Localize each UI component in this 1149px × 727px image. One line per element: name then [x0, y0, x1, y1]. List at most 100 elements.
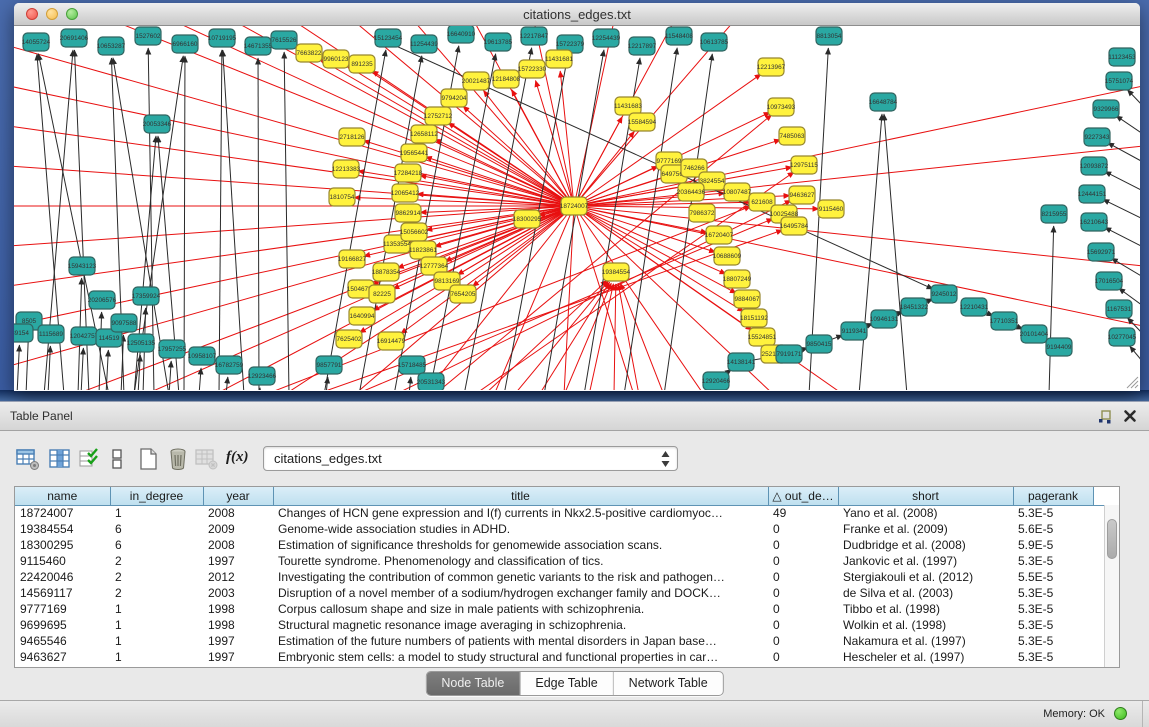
graph-node[interactable]: 2718126 — [339, 128, 365, 146]
graph-node[interactable]: 10688609 — [713, 247, 742, 265]
graph-node[interactable]: 18300295 — [513, 210, 542, 228]
table-row[interactable]: 1830029562008Estimation of significance … — [15, 537, 1119, 553]
graph-node[interactable]: 10653287 — [97, 37, 126, 55]
table-row[interactable]: 1872400712008Changes of HCN gene express… — [15, 505, 1119, 521]
graph-node[interactable]: 18151192 — [740, 309, 768, 327]
graph-node[interactable]: 20531343 — [417, 373, 446, 390]
column-header-pagerank[interactable]: pagerank — [1013, 487, 1093, 505]
table-settings-icon[interactable] — [16, 447, 40, 471]
graph-node[interactable]: 7615526 — [271, 31, 297, 49]
graph-node[interactable]: 82225 — [369, 285, 395, 303]
graph-node[interactable]: 16914479 — [377, 332, 406, 350]
graph-node[interactable]: 12213967 — [757, 58, 786, 76]
graph-node[interactable]: 12923466 — [248, 367, 277, 385]
graph-node[interactable]: 16782759 — [215, 356, 244, 374]
window-titlebar[interactable]: citations_edges.txt — [14, 3, 1140, 26]
graph-node[interactable]: 16640910 — [447, 26, 476, 43]
graph-node[interactable]: 15718485 — [398, 356, 427, 374]
graph-node[interactable]: 20206576 — [88, 291, 117, 309]
graph-node[interactable]: 12093872 — [1080, 157, 1109, 175]
graph-node[interactable]: 9463627 — [789, 186, 815, 204]
graph-node[interactable]: 14055724 — [22, 33, 51, 51]
graph-node[interactable]: 9115460 — [818, 200, 844, 218]
graph-node[interactable]: 11548408 — [665, 27, 693, 45]
column-header-year[interactable]: year — [203, 487, 273, 505]
graph-node[interactable]: 10807487 — [723, 183, 752, 201]
table-row[interactable]: 1938455462009Genome-wide association stu… — [15, 521, 1119, 537]
graph-node[interactable]: 15123454 — [374, 29, 403, 47]
tab-node-table[interactable]: Node Table — [426, 672, 519, 695]
graph-node[interactable]: 20021487 — [462, 72, 491, 90]
graph-node[interactable]: 16720407 — [705, 226, 734, 244]
graph-node[interactable]: 15524851 — [748, 328, 777, 346]
scrollbar-thumb[interactable] — [1107, 519, 1117, 559]
table-selector-dropdown[interactable]: citations_edges.txt — [263, 446, 678, 471]
graph-node[interactable]: 18807249 — [723, 270, 752, 288]
graph-node[interactable]: 9850415 — [806, 335, 832, 353]
graph-node[interactable]: 1640994 — [349, 307, 375, 325]
graph-node[interactable]: 17359924 — [132, 287, 161, 305]
table-row[interactable]: 2242004622012Investigating the contribut… — [15, 569, 1119, 585]
graph-node[interactable]: 12920466 — [702, 372, 731, 390]
graph-node[interactable]: 10973493 — [767, 98, 796, 116]
tab-network-table[interactable]: Network Table — [613, 672, 723, 695]
graph-node[interactable]: 9329966 — [1093, 100, 1119, 118]
graph-node[interactable]: 15056602 — [400, 223, 429, 241]
graph-node[interactable]: 12254439 — [592, 29, 621, 47]
graph-node[interactable]: 11254439 — [410, 35, 438, 53]
graph-node[interactable]: 17710351 — [990, 312, 1019, 330]
graph-node[interactable]: 1527602 — [135, 27, 161, 45]
graph-node[interactable]: 12213383 — [332, 160, 361, 178]
graph-node[interactable]: 9097588 — [111, 314, 137, 332]
citation-network-graph[interactable]: 14055724 20691406 10653287 1527602 6966160 10… — [14, 26, 1140, 390]
graph-node[interactable]: 9960123 — [323, 50, 349, 68]
graph-node[interactable]: 12505135 — [127, 334, 156, 352]
graph-node[interactable]: 9862914 — [395, 204, 421, 222]
graph-node[interactable]: 9194409 — [1046, 338, 1072, 356]
graph-node[interactable]: 9884067 — [734, 290, 760, 308]
graph-node[interactable]: 7485063 — [779, 127, 805, 145]
graph-node[interactable]: 7919171 — [776, 345, 802, 363]
graph-node[interactable]: 18451322 — [900, 298, 929, 316]
graph-node[interactable]: 10277045 — [1108, 328, 1137, 346]
graph-node[interactable]: 15943123 — [68, 257, 97, 275]
graph-node[interactable]: 12444151 — [1078, 185, 1107, 203]
column-header-out_de[interactable]: △ out_de… — [768, 487, 838, 505]
graph-node[interactable]: 12217847 — [520, 27, 549, 45]
graph-node[interactable]: 9119341 — [841, 322, 867, 340]
graph-node[interactable]: 15692971 — [1087, 243, 1116, 261]
graph-node[interactable]: 12184808 — [492, 70, 521, 88]
graph-node[interactable]: 10719195 — [208, 29, 237, 47]
select-all-icon[interactable] — [78, 447, 102, 471]
graph-node[interactable]: 17284218 — [394, 164, 423, 182]
graph-node[interactable]: 20691406 — [60, 29, 89, 47]
table-row[interactable]: 911546021997Tourette syndrome. Phenomeno… — [15, 553, 1119, 569]
graph-node[interactable]: 17016504 — [1095, 272, 1124, 290]
graph-node[interactable]: 1810754 — [329, 188, 355, 206]
graph-node[interactable]: 12065412 — [391, 184, 420, 202]
graph-node[interactable]: 10946131 — [870, 310, 899, 328]
graph-node[interactable]: 11431683 — [614, 97, 642, 115]
graph-node[interactable]: 7986372 — [689, 204, 715, 222]
graph-node[interactable]: 11823861 — [409, 241, 437, 259]
memory-ok-indicator-icon[interactable] — [1114, 707, 1127, 720]
table-row[interactable]: 1456911722003Disruption of a novel membe… — [15, 585, 1119, 601]
network-canvas[interactable]: 14055724 20691406 10653287 1527602 6966160 10… — [14, 26, 1140, 390]
graph-node[interactable]: 10958107 — [188, 347, 217, 365]
table-row[interactable]: 969969511998Structural magnetic resonanc… — [15, 617, 1119, 633]
graph-node[interactable]: 16495784 — [780, 217, 809, 235]
graph-node[interactable]: 11431681 — [545, 50, 573, 68]
graph-node[interactable]: 6966160 — [172, 35, 198, 53]
graph-node[interactable]: 16210643 — [1080, 213, 1109, 231]
delete-table-icon[interactable] — [166, 447, 190, 471]
graph-node[interactable]: 19166827 — [338, 250, 367, 268]
graph-node[interactable]: 1115689 — [38, 325, 64, 343]
graph-node[interactable]: 8215955 — [1041, 205, 1067, 223]
graph-node[interactable]: 14671355 — [244, 37, 273, 55]
graph-node[interactable]: 16648784 — [869, 93, 898, 111]
resize-grip[interactable] — [1125, 375, 1139, 389]
graph-node[interactable]: 9794204 — [441, 89, 467, 107]
graph-node[interactable]: 18724007 — [560, 197, 589, 215]
graph-node[interactable]: 19384554 — [602, 263, 631, 281]
new-table-icon[interactable] — [136, 447, 160, 471]
